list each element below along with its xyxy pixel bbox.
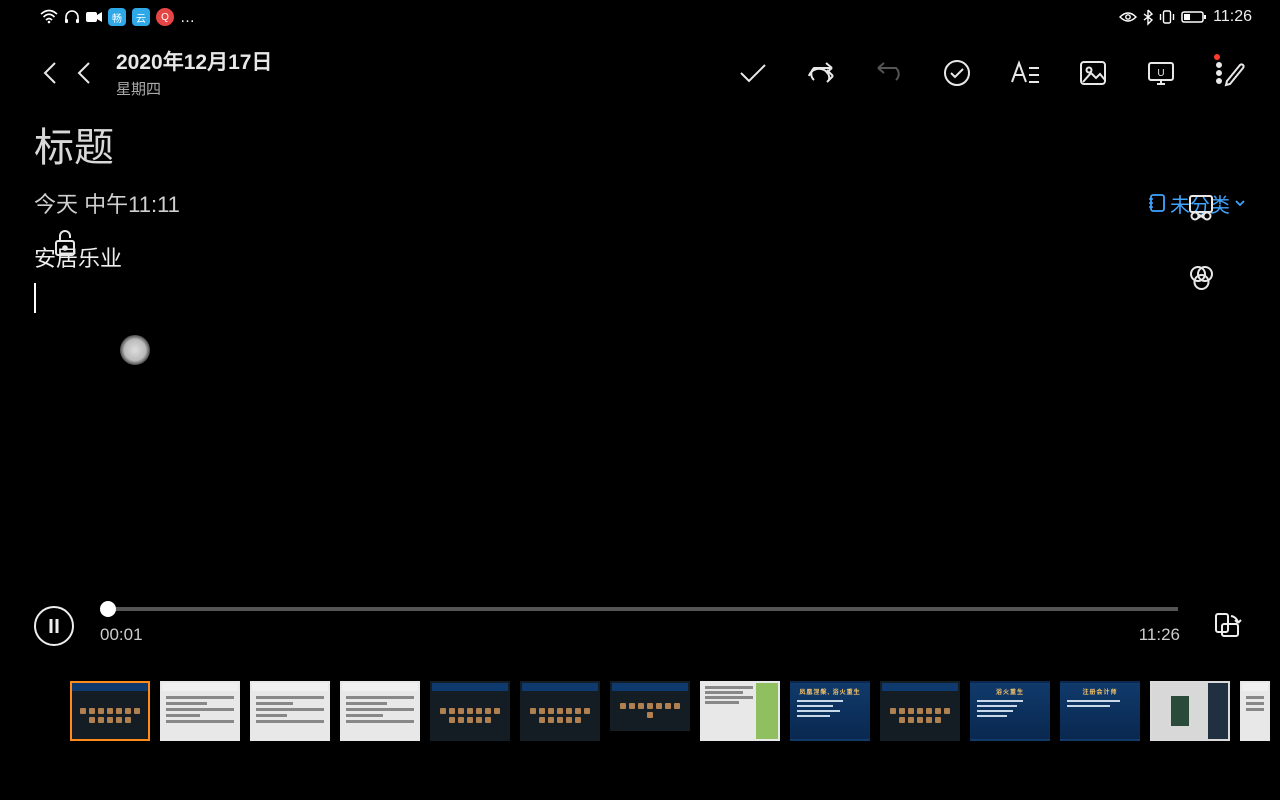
header-weekday: 星期四 <box>116 78 272 99</box>
text-style-button[interactable] <box>1008 56 1042 90</box>
progress-thumb[interactable] <box>100 601 116 617</box>
thumbnail-item[interactable] <box>1150 681 1230 741</box>
status-bar: 畅 云 Q 11:26 <box>0 0 1280 34</box>
text-cursor <box>34 283 36 313</box>
confirm-button[interactable] <box>736 56 770 90</box>
checklist-button[interactable] <box>940 56 974 90</box>
app-badge-3: Q <box>156 8 174 26</box>
header-date: 2020年12月17日 <box>116 46 272 76</box>
vibrate-icon <box>1159 9 1175 25</box>
svg-text:U: U <box>1157 68 1164 79</box>
chevron-down-icon <box>1234 198 1246 208</box>
body-line-1[interactable]: 安居乐业 <box>34 241 1246 273</box>
app-badge-2: 云 <box>132 8 150 26</box>
more-notifications-icon <box>180 9 195 26</box>
audio-player: 00:01 11:26 <box>0 581 1280 671</box>
battery-icon <box>1181 10 1207 24</box>
progress-block: 00:01 11:26 <box>100 607 1180 645</box>
toolbar: U <box>736 56 1246 90</box>
time-total: 11:26 <box>1139 625 1180 645</box>
crop-screen-button[interactable] <box>1184 190 1218 224</box>
back-button-inner[interactable] <box>68 56 102 90</box>
title-input[interactable]: 标题 <box>34 115 1246 173</box>
note-body[interactable]: 标题 今天 中午11:11 未分类 安居乐业 <box>0 105 1280 581</box>
title-block: 2020年12月17日 星期四 <box>116 46 272 99</box>
app-bar: 2020年12月17日 星期四 U <box>0 34 1280 105</box>
status-right: 11:26 <box>1119 8 1252 26</box>
undo-button[interactable] <box>804 56 838 90</box>
thumbnail-item[interactable] <box>1240 681 1270 741</box>
app-bar-left: 2020年12月17日 星期四 <box>34 46 272 99</box>
time-current: 00:01 <box>100 625 143 645</box>
thumbnail-item[interactable] <box>160 681 240 741</box>
lock-button[interactable] <box>48 225 82 259</box>
progress-track[interactable] <box>102 607 1178 611</box>
thumbnail-item[interactable] <box>70 681 150 741</box>
video-icon <box>86 11 102 23</box>
color-blend-button[interactable] <box>1184 260 1218 294</box>
thumbnail-item[interactable] <box>250 681 330 741</box>
wifi-icon <box>40 10 58 24</box>
headphones-icon <box>64 10 80 24</box>
rotate-screen-button[interactable] <box>1206 606 1246 646</box>
thumbnail-item[interactable] <box>520 681 600 741</box>
bluetooth-icon <box>1143 9 1153 25</box>
screen-share-button[interactable]: U <box>1144 56 1178 90</box>
back-button-outer[interactable] <box>34 56 68 90</box>
notebook-icon <box>1148 193 1166 213</box>
thumbnail-item[interactable] <box>340 681 420 741</box>
image-button[interactable] <box>1076 56 1110 90</box>
eye-icon <box>1119 11 1137 23</box>
status-left: 畅 云 Q <box>40 8 195 26</box>
touch-indicator <box>120 335 150 365</box>
status-clock: 11:26 <box>1213 8 1252 26</box>
thumbnail-item[interactable]: 注册会计师 <box>1060 681 1140 741</box>
pause-button[interactable] <box>34 606 74 646</box>
pen-menu-badge <box>1214 54 1220 60</box>
thumbnail-item[interactable] <box>430 681 510 741</box>
created-time: 今天 中午11:11 <box>34 187 180 219</box>
pen-menu-button[interactable] <box>1212 56 1246 90</box>
redo-button[interactable] <box>872 56 906 90</box>
thumbnail-item[interactable] <box>880 681 960 741</box>
thumbnail-item[interactable] <box>700 681 780 741</box>
thumbnail-strip[interactable]: 凤凰涅槃, 浴火重生 浴火重生 注册会计师 <box>0 671 1280 741</box>
app-badge-1: 畅 <box>108 8 126 26</box>
thumbnail-item[interactable]: 凤凰涅槃, 浴火重生 <box>790 681 870 741</box>
thumbnail-item[interactable] <box>610 681 690 731</box>
thumbnail-item[interactable]: 浴火重生 <box>970 681 1050 741</box>
